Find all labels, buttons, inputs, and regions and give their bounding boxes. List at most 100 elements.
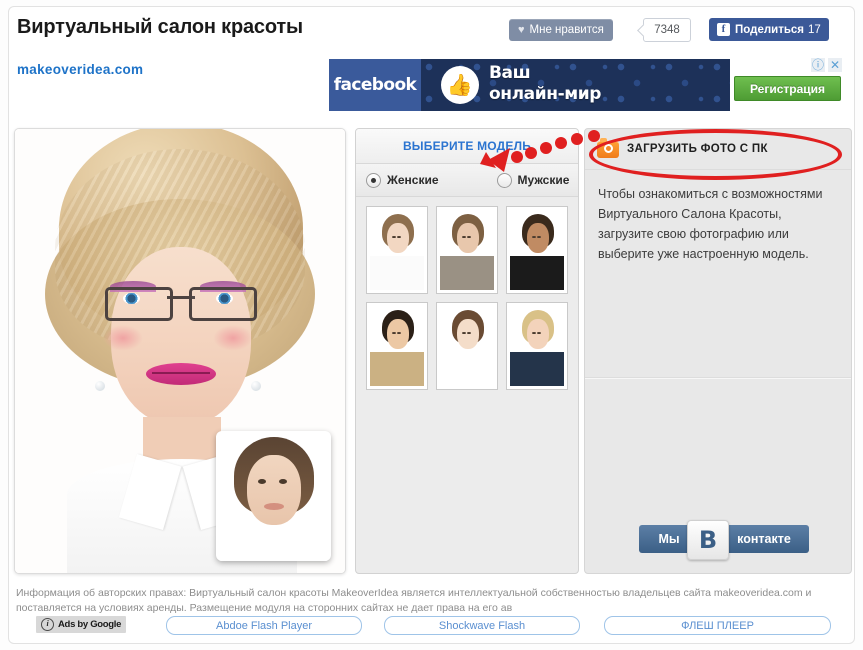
share-count: 17 [808,23,821,36]
ad-controls[interactable]: ⓘ ✕ [811,58,842,72]
model-eye-left [532,236,536,238]
instructions-text: Чтобы ознакомиться с возможностями Вирту… [598,187,823,261]
model-body [510,256,564,290]
like-button-label: Мне нравится [529,24,604,36]
page-title: Виртуальный салон красоты [17,16,303,38]
camera-icon [597,137,619,158]
model-face [387,223,409,253]
model-eye-left [392,332,396,334]
vkontakte-icon: В [687,520,729,560]
banner-headline: Ваш онлайн-мир [489,63,601,105]
register-button[interactable]: Регистрация [734,76,841,101]
radio-male-label: Мужские [517,173,570,187]
blush-left [103,325,143,351]
original-eye-left [258,479,266,484]
model-thumbnail-image [370,306,424,386]
banner-headline-line1: Ваш [489,63,531,83]
model-thumbnail-image [440,306,494,386]
radio-female-indicator[interactable] [366,172,381,188]
model-eye-right [467,332,471,334]
site-url-link[interactable]: makeoveridea.com [17,62,143,77]
preview-photo-panel[interactable] [14,128,346,574]
model-body [370,352,424,386]
model-thumbnail[interactable] [436,302,498,390]
earring-left [95,381,105,391]
panel-divider [585,377,851,379]
original-eye-right [279,479,287,484]
google-ads-bar: i Ads by Google Abdoe Flash Player Shock… [16,616,848,636]
model-thumbnail[interactable] [506,206,568,294]
model-face [527,319,549,349]
model-thumbnail[interactable] [366,206,428,294]
model-thumbnail[interactable] [506,302,568,390]
earring-right [251,381,261,391]
vkontakte-button[interactable]: Мы контакте В [639,520,809,560]
upload-info-panel: ЗАГРУЗИТЬ ФОТО С ПК Чтобы ознакомиться с… [584,128,852,574]
banner-brand-pane: facebook [329,59,421,111]
upload-photo-label: ЗАГРУЗИТЬ ФОТО С ПК [627,143,768,155]
model-eye-right [397,332,401,334]
model-eye-left [392,236,396,238]
model-face [527,223,549,253]
ad-link-1[interactable]: Abdoe Flash Player [166,616,362,635]
model-thumbnail-image [510,210,564,290]
ads-by-google-text: Ads by Google [58,619,122,630]
banner-headline-line2: онлайн-мир [489,84,602,104]
model-body [370,256,424,290]
facebook-icon: f [717,23,730,36]
vk-right-label: контакте [719,525,809,553]
radio-female[interactable]: Женские [366,172,439,188]
lens-right [189,287,257,321]
radio-male[interactable]: Мужские [496,172,570,188]
model-eye-left [462,236,466,238]
upload-photo-button[interactable]: ЗАГРУЗИТЬ ФОТО С ПК [585,129,851,170]
model-thumbnail-grid [356,197,578,390]
ad-info-icon[interactable]: ⓘ [811,58,825,72]
model-thumbnail[interactable] [436,206,498,294]
model-body [440,256,494,290]
original-face [247,455,301,525]
model-eye-right [467,236,471,238]
heart-icon: ♥ [518,24,525,36]
facebook-like-button[interactable]: ♥ Мне нравится [509,19,613,41]
model-eye-right [537,236,541,238]
banner-brand-label: facebook [333,75,417,95]
radio-male-indicator[interactable] [496,172,512,188]
lips [146,363,216,385]
model-face [387,319,409,349]
model-face [457,319,479,349]
facebook-share-button[interactable]: f Поделиться 17 [709,18,829,41]
ads-info-icon[interactable]: i [41,618,54,631]
model-eye-right [537,332,541,334]
model-eye-left [462,332,466,334]
model-face [457,223,479,253]
ads-by-google-label[interactable]: i Ads by Google [36,616,127,633]
page-header: Виртуальный салон красоты ♥ Мне нравится… [9,7,854,51]
radio-female-label: Женские [387,173,439,187]
original-photo-thumbnail[interactable] [216,431,331,561]
models-panel-header: ВЫБЕРИТЕ МОДЕЛЬ [356,129,578,164]
model-selection-panel: ВЫБЕРИТЕ МОДЕЛЬ Женские Мужские [355,128,579,574]
copyright-text: Информация об авторских правах: Виртуаль… [16,587,812,614]
lens-left [105,287,173,321]
like-count-bubble: 7348 [643,18,691,42]
original-lips [264,503,284,510]
app-page: Виртуальный салон красоты ♥ Мне нравится… [0,0,863,650]
models-panel-title: ВЫБЕРИТЕ МОДЕЛЬ [402,139,532,153]
model-thumbnail-image [370,210,424,290]
ad-link-2[interactable]: Shockwave Flash [384,616,580,635]
eyeglasses [105,287,257,321]
original-shirt [220,525,327,561]
thumbs-up-glyph: 👍 [446,73,474,97]
model-eye-left [532,332,536,334]
blush-right [213,325,253,351]
thumbs-up-icon: 👍 [441,66,479,104]
model-thumbnail-image [510,306,564,386]
model-body [510,352,564,386]
share-button-label: Поделиться [735,23,805,36]
advertisement-banner[interactable]: facebook 👍 Ваш онлайн-мир [329,59,730,111]
model-thumbnail[interactable] [366,302,428,390]
ad-link-3[interactable]: ФЛЕШ ПЛЕЕР [604,616,831,635]
model-eye-right [397,236,401,238]
ad-close-icon[interactable]: ✕ [828,58,842,72]
